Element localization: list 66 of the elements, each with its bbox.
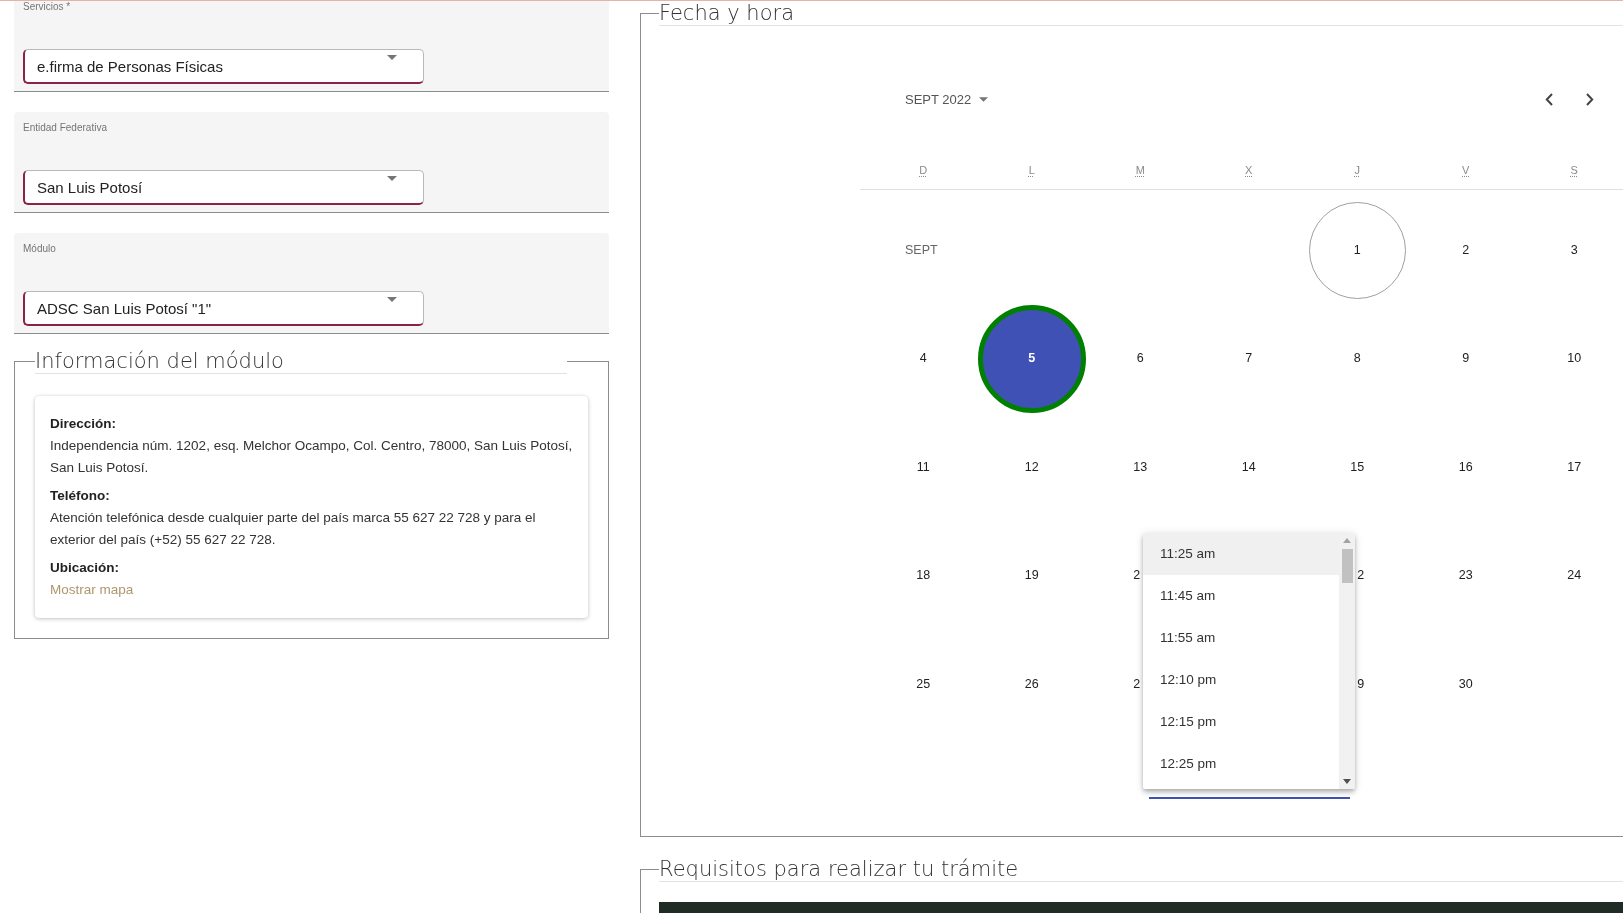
scroll-down-icon[interactable] [1343,779,1351,784]
weekday-header: M [1135,163,1145,178]
time-option[interactable]: 11:55 am [1143,617,1339,659]
calendar-day[interactable]: 2 [1133,568,1141,584]
weekday-header: X [1245,163,1253,178]
weekday-header: V [1462,163,1470,178]
time-option[interactable]: 11:25 am [1143,533,1339,575]
calendar-day[interactable]: 8 [1353,351,1361,367]
weekday-header: L [1028,163,1035,178]
section-heading: Teléfono: [50,487,111,505]
dropdown-field[interactable]: e.firma de Personas Físicas [23,49,424,84]
dropdown-field[interactable]: ADSC San Luis Potosí "1" [23,291,424,326]
calendar-day[interactable]: 11 [916,459,930,475]
calendar-day[interactable]: 3 [1570,242,1578,258]
caret-icon [979,96,989,102]
calendar-day[interactable]: 13 [1133,459,1148,475]
calendar-day[interactable]: 9 [1357,676,1365,692]
field-label: Entidad Federativa [23,122,107,134]
section-text: Atención telefónica desde cualquier parte del país marca 55 627 22 728 y para el exterior del país (+52) 55 627 22 728. [50,509,537,549]
scrollbar-thumb[interactable] [1341,549,1353,583]
calendar-day[interactable]: 4 [919,351,927,367]
calendar-day[interactable]: 5 [977,304,1086,413]
calendar-day[interactable]: 6 [1136,351,1144,367]
section-text: Independencia núm. 1202, esq. Melchor Ocampo, Col. Centro, 78000, San Luis Potosí, San Luis Potosí. [50,437,573,477]
calendar-day[interactable]: 7 [1245,351,1253,367]
calendar-day[interactable]: 19 [1024,568,1039,584]
calendar-day[interactable]: 24 [1567,568,1582,584]
section-title: Requisitos para realizar tu trámite [659,856,1623,882]
time-option[interactable]: 12:15 pm [1143,701,1339,743]
calendar-day[interactable]: 2 [1462,242,1470,258]
section-title: Fecha y hora [659,1,1623,26]
calendar-day[interactable]: 26 [1024,676,1039,692]
calendar-day[interactable]: 9 [1462,351,1470,367]
dropdown-caret-icon [387,176,397,181]
month-year-button[interactable]: SEPT 2022 [897,84,997,114]
time-option[interactable]: 12:10 pm [1143,659,1339,701]
calendar-day[interactable]: 30 [1458,676,1473,692]
scroll-up-icon[interactable] [1343,538,1351,543]
dropdown-field[interactable]: San Luis Potosí [23,170,424,205]
calendar-day[interactable]: 12 [1024,459,1039,475]
section-title: Información del módulo [35,349,567,374]
chevron-left-icon [1545,92,1553,106]
calendar-day[interactable]: 17 [1567,459,1582,475]
calendar-day[interactable]: 14 [1241,459,1256,475]
calendar-day[interactable]: 25 [916,676,931,692]
calendar-day[interactable]: 2 [1357,568,1365,584]
time-option[interactable]: 11:45 am [1143,575,1339,617]
calendar-day[interactable]: 10 [1567,351,1582,367]
calendar-day[interactable]: 18 [916,568,931,584]
weekday-header: D [919,163,928,178]
dropdown-caret-icon [387,297,397,302]
weekday-header: J [1354,163,1360,178]
calendar-day[interactable]: 23 [1458,568,1473,584]
chevron-right-icon [1586,92,1594,106]
weekday-header: S [1570,163,1578,178]
dropdown-caret-icon [387,55,397,60]
time-option[interactable]: 12:25 pm [1143,743,1339,785]
field-label: Servicios * [23,1,71,13]
scrollbar[interactable] [1339,533,1355,789]
calendar-day[interactable]: 15 [1350,459,1365,475]
section-heading: Dirección: [50,415,118,433]
month-label: SEPT [905,242,938,258]
calendar-day[interactable]: 16 [1458,459,1473,475]
field-label: Módulo [23,243,56,255]
calendar-day[interactable]: 2 [1133,676,1141,692]
section-heading: Ubicación: [50,559,120,577]
